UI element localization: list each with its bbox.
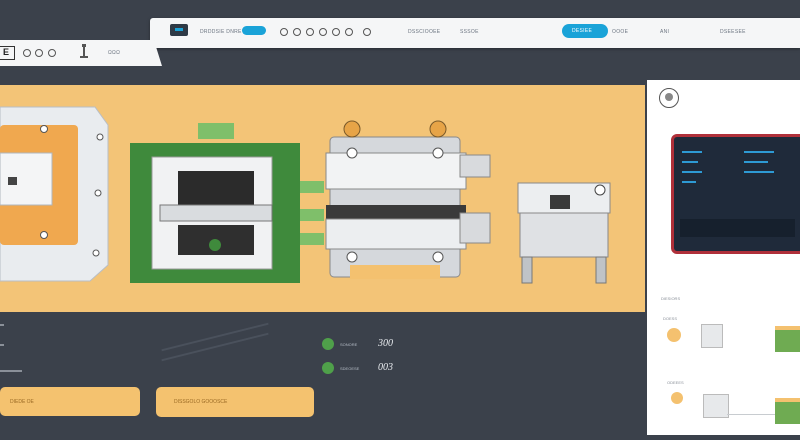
pcb-module-graphic	[130, 123, 324, 283]
brand-text: DRDDSIE DNRE	[200, 29, 242, 35]
lamp-icon[interactable]	[80, 44, 88, 58]
device-monitor	[671, 134, 800, 254]
nav-item-5[interactable]: DSEESEE	[720, 29, 746, 35]
bottom-left-button-label: DIEDE OE	[10, 399, 34, 405]
stat-value-2: 003	[378, 362, 393, 373]
right-side-panel: DIESIORS DOESS ODEEES	[647, 80, 800, 435]
tab-icon-1[interactable]	[23, 49, 31, 57]
toolbar-icon-3[interactable]	[306, 28, 314, 36]
top-navigation-bar: DRDDSIE DNRE DSSCIOOEE SSSOE DESIEE OOOE…	[150, 18, 800, 48]
toolbar-icon-6[interactable]	[345, 28, 353, 36]
toolbar-icon-5[interactable]	[332, 28, 340, 36]
panel-section-label-3: ODEEES	[667, 380, 684, 385]
stat-value-1: 300	[378, 338, 393, 349]
app-title-box[interactable]: E	[0, 46, 15, 60]
nav-item-1[interactable]: DSSCIOOEE	[408, 29, 440, 35]
tab-icon-2[interactable]	[35, 49, 43, 57]
primary-action-button[interactable]: DESIEE	[562, 24, 608, 38]
left-tab-text: ΩΩΩ	[108, 50, 121, 56]
hardware-illustration	[0, 106, 611, 284]
bottom-left-button[interactable]: DIEDE OE	[0, 387, 140, 416]
panel-box-1	[701, 324, 723, 348]
toolbar-icon-7[interactable]	[363, 28, 371, 36]
left-row-text-1	[0, 324, 4, 326]
primary-action-label: DESIEE	[572, 28, 593, 34]
socket-plate-graphic	[0, 106, 109, 282]
tab-icon-3[interactable]	[48, 49, 56, 57]
toolbar-icon-4[interactable]	[319, 28, 327, 36]
panel-green-box-1	[775, 326, 800, 352]
panel-icon-1[interactable]	[667, 328, 681, 342]
stat-label-1: SONORE	[340, 342, 358, 347]
panel-box-2	[703, 394, 729, 418]
nav-item-3[interactable]: OOOE	[612, 29, 628, 35]
toolbar-icon-2[interactable]	[293, 28, 301, 36]
left-header-tab: E ΩΩΩ	[0, 40, 162, 66]
panel-icon-2[interactable]	[671, 392, 683, 404]
left-row-text-2	[0, 344, 4, 346]
app-logo-icon[interactable]	[170, 24, 188, 36]
panel-divider	[727, 414, 775, 415]
bottom-center-button[interactable]: DISSGOLO GOOOSCE	[156, 387, 314, 417]
hardware-banner	[0, 85, 645, 312]
actuator-graphic	[517, 182, 611, 284]
bottom-center-button-label: DISSGOLO GOOOSCE	[174, 399, 228, 405]
nav-item-4[interactable]: ANI	[660, 29, 669, 35]
brand-toggle-pill[interactable]	[242, 26, 266, 35]
panel-section-label-2: DOESS	[663, 316, 678, 321]
nav-item-2[interactable]: SSSOE	[460, 29, 479, 35]
app-title: E	[3, 47, 10, 57]
toolbar-icon-1[interactable]	[280, 28, 288, 36]
left-row-text-3	[0, 370, 22, 372]
profile-icon[interactable]	[659, 88, 679, 108]
info-icon	[322, 362, 334, 374]
panel-green-box-2	[775, 398, 800, 424]
rail-block-graphic	[325, 120, 491, 279]
stat-label-2: SDEOESE	[340, 366, 360, 371]
check-icon	[322, 338, 334, 350]
panel-section-label-1: DIESIORS	[661, 296, 681, 301]
